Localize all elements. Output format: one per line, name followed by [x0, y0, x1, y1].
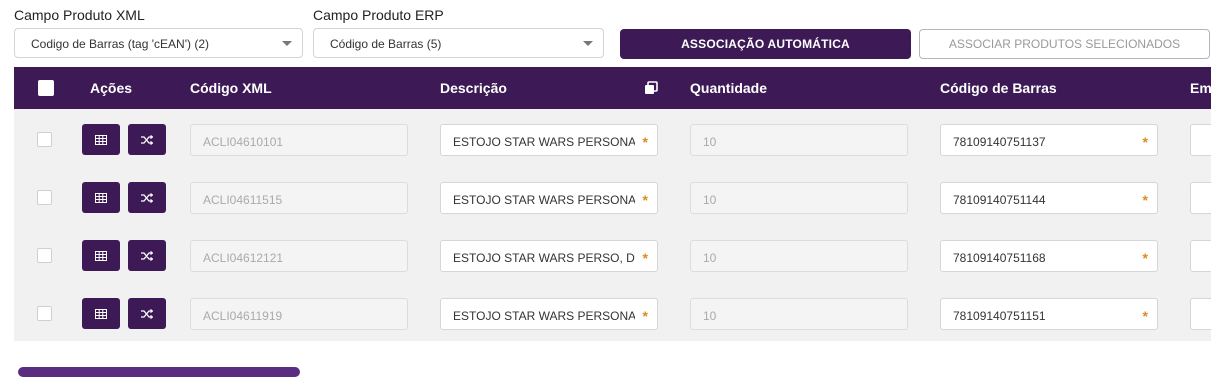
xml-field-select[interactable]: Codigo de Barras (tag 'cEAN') (2) [14, 28, 303, 58]
table-row: ACLI04611919 ESTOJO STAR WARS PERSONA, E… [14, 284, 1211, 341]
xml-code-field: ACLI04612121 [190, 240, 408, 272]
shuffle-button[interactable] [128, 298, 166, 329]
truncated-input[interactable] [1190, 182, 1211, 214]
description-input[interactable]: ESTOJO STAR WARS PERSONA, E * [440, 298, 658, 330]
barcode-input[interactable]: 78109140751144 * [940, 182, 1158, 214]
erp-field-label: Campo Produto ERP [313, 7, 444, 23]
table-icon [95, 134, 107, 145]
chevron-down-icon [583, 41, 593, 46]
grid-header: Ações Código XML Descrição Quantidade Có… [14, 67, 1211, 109]
required-icon: * [642, 250, 648, 266]
row-checkbox[interactable] [37, 190, 52, 205]
barcode-input[interactable]: 78109140751168 * [940, 240, 1158, 272]
xml-field-value: Codigo de Barras (tag 'cEAN') (2) [31, 37, 209, 51]
column-header-xml-code[interactable]: Código XML [190, 80, 272, 96]
table-row: ACLI04611515 ESTOJO STAR WARS PERSONAGI *… [14, 168, 1211, 226]
grid-view-button[interactable] [82, 182, 120, 213]
required-icon: * [1142, 308, 1148, 324]
truncated-input[interactable] [1190, 298, 1211, 330]
quantity-field: 10 [690, 240, 908, 272]
row-checkbox[interactable] [37, 248, 52, 263]
column-header-barcode[interactable]: Código de Barras [940, 80, 1057, 96]
column-header-quantity[interactable]: Quantidade [690, 80, 767, 96]
barcode-value: 78109140751151 [953, 309, 1046, 323]
description-value: ESTOJO STAR WARS PERSONA, E [453, 309, 635, 323]
erp-field-value: Código de Barras (5) [330, 37, 442, 51]
truncated-input[interactable] [1190, 240, 1211, 272]
description-value: ESTOJO STAR WARS PERSONAGI [453, 193, 635, 207]
associate-selected-button[interactable]: ASSOCIAR PRODUTOS SELECIONADOS [919, 29, 1210, 59]
filter-bar: Campo Produto XML Codigo de Barras (tag … [0, 0, 1231, 67]
auto-associate-button[interactable]: ASSOCIAÇÃO AUTOMÁTICA [620, 29, 911, 59]
column-header-truncated[interactable]: Em [1190, 80, 1211, 96]
table-row: ACLI04612121 ESTOJO STAR WARS PERSO, DOU… [14, 226, 1211, 284]
grid-view-button[interactable] [82, 240, 120, 271]
barcode-value: 78109140751144 [953, 193, 1046, 207]
column-header-actions: Ações [90, 80, 133, 96]
shuffle-icon [141, 250, 153, 261]
required-icon: * [642, 192, 648, 208]
required-icon: * [642, 308, 648, 324]
required-icon: * [1142, 134, 1148, 150]
shuffle-icon [141, 308, 153, 319]
xml-code-field: ACLI04611515 [190, 182, 408, 214]
select-all-checkbox[interactable] [38, 80, 54, 96]
grid-view-button[interactable] [82, 298, 120, 329]
description-value: ESTOJO STAR WARS PERSONAGI [453, 135, 635, 149]
row-checkbox[interactable] [37, 306, 52, 321]
shuffle-button[interactable] [128, 124, 166, 155]
shuffle-icon [141, 192, 153, 203]
barcode-input[interactable]: 78109140751137 * [940, 124, 1158, 156]
shuffle-button[interactable] [128, 182, 166, 213]
table-icon [95, 308, 107, 319]
shuffle-button[interactable] [128, 240, 166, 271]
truncated-input[interactable] [1190, 124, 1211, 156]
row-checkbox[interactable] [37, 132, 52, 147]
xml-field-label: Campo Produto XML [14, 7, 145, 23]
quantity-field: 10 [690, 298, 908, 330]
column-header-description[interactable]: Descrição [440, 80, 507, 96]
xml-code-field: ACLI04610101 [190, 124, 408, 156]
erp-field-select[interactable]: Código de Barras (5) [313, 28, 604, 58]
shuffle-icon [141, 134, 153, 145]
quantity-field: 10 [690, 124, 908, 156]
description-value: ESTOJO STAR WARS PERSO, DOU [453, 251, 635, 265]
description-input[interactable]: ESTOJO STAR WARS PERSONAGI * [440, 124, 658, 156]
chevron-down-icon [282, 41, 292, 46]
description-input[interactable]: ESTOJO STAR WARS PERSONAGI * [440, 182, 658, 214]
copy-icon[interactable] [644, 81, 658, 95]
barcode-value: 78109140751168 [953, 251, 1046, 265]
quantity-field: 10 [690, 182, 908, 214]
barcode-input[interactable]: 78109140751151 * [940, 298, 1158, 330]
grid-view-button[interactable] [82, 124, 120, 155]
table-icon [95, 192, 107, 203]
table-row: ACLI04610101 ESTOJO STAR WARS PERSONAGI *… [14, 110, 1211, 168]
required-icon: * [1142, 250, 1148, 266]
barcode-value: 78109140751137 [953, 135, 1046, 149]
required-icon: * [642, 134, 648, 150]
products-grid: Ações Código XML Descrição Quantidade Có… [14, 67, 1211, 341]
table-icon [95, 250, 107, 261]
required-icon: * [1142, 192, 1148, 208]
description-input[interactable]: ESTOJO STAR WARS PERSO, DOU * [440, 240, 658, 272]
horizontal-scrollbar[interactable] [18, 367, 300, 377]
xml-code-field: ACLI04611919 [190, 298, 408, 330]
